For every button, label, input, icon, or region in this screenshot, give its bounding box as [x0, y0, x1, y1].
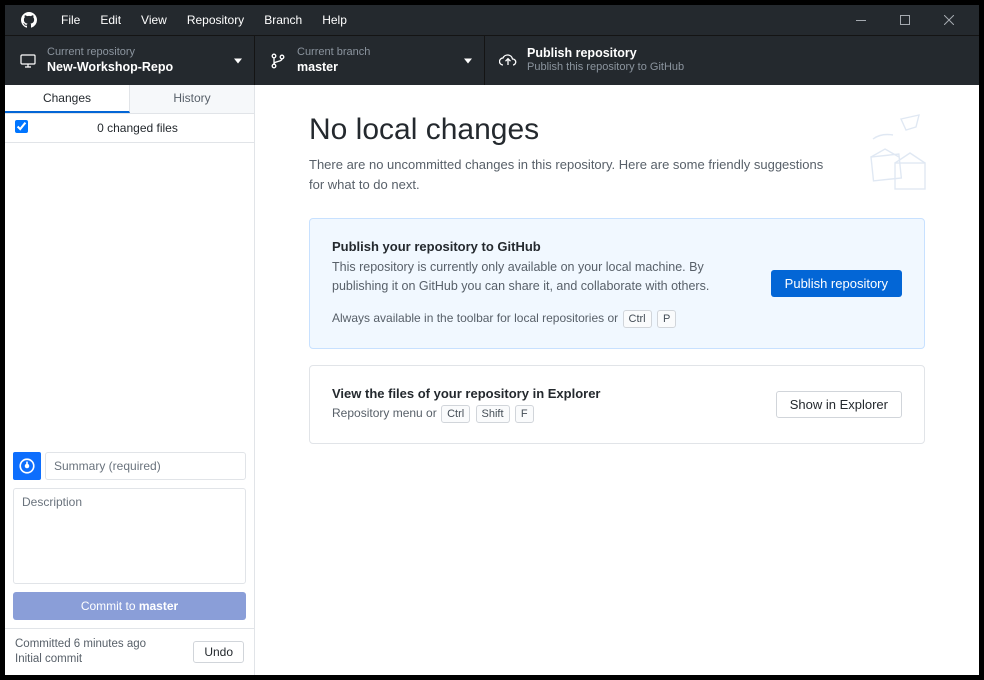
- desktop-icon: [19, 54, 37, 68]
- explorer-card-hint: Repository menu or Ctrl Shift F: [332, 405, 776, 423]
- cloud-upload-icon: [499, 54, 517, 68]
- repo-name: New-Workshop-Repo: [47, 60, 173, 75]
- files-header: 0 changed files: [5, 114, 254, 143]
- close-button[interactable]: [927, 5, 971, 35]
- kbd-ctrl: Ctrl: [623, 310, 652, 328]
- publish-card: Publish your repository to GitHub This r…: [309, 218, 925, 349]
- sidebar-tabs: Changes History: [5, 85, 254, 114]
- menu-items: File Edit View Repository Branch Help: [51, 5, 357, 35]
- changed-files-count: 0 changed files: [31, 121, 244, 135]
- publish-subtitle: Publish this repository to GitHub: [527, 61, 684, 74]
- publish-card-desc: This repository is currently only availa…: [332, 258, 762, 296]
- kbd-ctrl: Ctrl: [441, 405, 470, 423]
- menu-edit[interactable]: Edit: [90, 5, 131, 35]
- maximize-button[interactable]: [883, 5, 927, 35]
- menubar: File Edit View Repository Branch Help: [5, 5, 979, 35]
- avatar: [13, 452, 41, 480]
- minimize-button[interactable]: [839, 5, 883, 35]
- file-list: [5, 143, 254, 444]
- kbd-f: F: [515, 405, 534, 423]
- chevron-down-icon: [464, 58, 472, 63]
- publish-card-title: Publish your repository to GitHub: [332, 239, 771, 254]
- last-commit-row: Committed 6 minutes ago Initial commit U…: [5, 628, 254, 675]
- menu-repository[interactable]: Repository: [177, 5, 254, 35]
- last-commit-message: Initial commit: [15, 652, 146, 667]
- menu-file[interactable]: File: [51, 5, 90, 35]
- commit-button-branch: master: [139, 599, 178, 613]
- description-input[interactable]: Description: [13, 488, 246, 584]
- last-commit-time: Committed 6 minutes ago: [15, 637, 146, 652]
- page-subtitle: There are no uncommitted changes in this…: [309, 155, 829, 194]
- undo-button[interactable]: Undo: [193, 641, 244, 663]
- sidebar: Changes History 0 changed files Summary …: [5, 85, 255, 675]
- explorer-card-title: View the files of your repository in Exp…: [332, 386, 776, 401]
- show-in-explorer-button[interactable]: Show in Explorer: [776, 391, 902, 418]
- chevron-down-icon: [234, 58, 242, 63]
- tab-changes[interactable]: Changes: [5, 85, 130, 113]
- branch-selector[interactable]: Current branch master: [255, 36, 485, 85]
- publish-toolbar-button[interactable]: Publish repository Publish this reposito…: [485, 36, 979, 85]
- publish-hint-text: Always available in the toolbar for loca…: [332, 311, 618, 325]
- branch-icon: [269, 53, 287, 69]
- menu-branch[interactable]: Branch: [254, 5, 312, 35]
- branch-label: Current branch: [297, 46, 370, 59]
- explorer-card: View the files of your repository in Exp…: [309, 365, 925, 444]
- window-controls: [839, 5, 971, 35]
- tab-history[interactable]: History: [130, 85, 254, 113]
- branch-name: master: [297, 60, 370, 75]
- publish-label: Publish repository: [527, 46, 684, 61]
- publish-repository-button[interactable]: Publish repository: [771, 270, 902, 297]
- main-panel: No local changes There are no uncommitte…: [255, 85, 979, 675]
- select-all-checkbox[interactable]: [15, 120, 28, 133]
- kbd-p: P: [657, 310, 676, 328]
- summary-input[interactable]: Summary (required): [45, 452, 246, 480]
- toolbar: Current repository New-Workshop-Repo Cur…: [5, 35, 979, 85]
- explorer-hint-text: Repository menu or: [332, 406, 437, 420]
- publish-card-hint: Always available in the toolbar for loca…: [332, 310, 771, 328]
- commit-button[interactable]: Commit to master: [13, 592, 246, 620]
- repo-selector[interactable]: Current repository New-Workshop-Repo: [5, 36, 255, 85]
- hero-illustration: [823, 113, 933, 203]
- menu-view[interactable]: View: [131, 5, 177, 35]
- commit-button-prefix: Commit to: [81, 599, 139, 613]
- github-logo-icon: [21, 12, 37, 28]
- repo-label: Current repository: [47, 46, 173, 59]
- kbd-shift: Shift: [476, 405, 510, 423]
- menu-help[interactable]: Help: [312, 5, 357, 35]
- commit-form: Summary (required) Description Commit to…: [5, 444, 254, 628]
